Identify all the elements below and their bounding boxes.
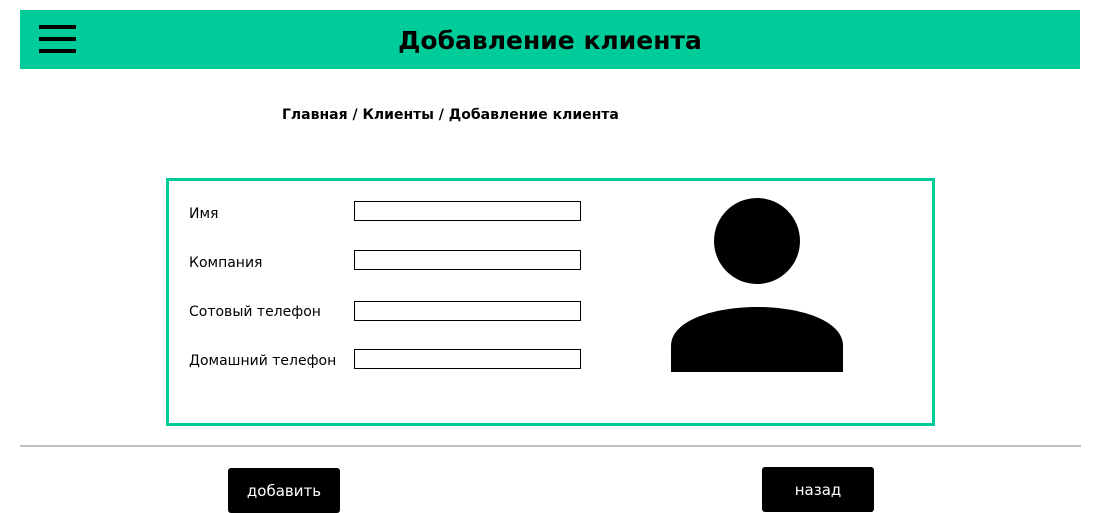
client-form-panel: Имя Компания Сотовый телефон Домашний те…	[166, 178, 935, 426]
breadcrumb-separator: /	[347, 107, 363, 123]
company-label: Компания	[189, 255, 263, 271]
name-label: Имя	[189, 206, 219, 222]
page-title: Добавление клиента	[398, 26, 702, 55]
add-button[interactable]: добавить	[228, 468, 340, 513]
breadcrumb-separator: /	[433, 107, 449, 123]
breadcrumb-item-current: Добавление клиента	[448, 107, 619, 123]
breadcrumb: Главная / Клиенты / Добавление клиента	[282, 106, 619, 124]
home-phone-field[interactable]	[354, 349, 581, 369]
mobile-phone-label: Сотовый телефон	[189, 304, 321, 320]
company-field[interactable]	[354, 250, 581, 270]
mobile-phone-field[interactable]	[354, 301, 581, 321]
back-button[interactable]: назад	[762, 467, 874, 512]
home-phone-label: Домашний телефон	[189, 353, 337, 369]
user-avatar-icon	[671, 198, 843, 372]
app-header: Добавление клиента	[20, 10, 1080, 69]
breadcrumb-item-clients[interactable]: Клиенты	[362, 107, 433, 123]
breadcrumb-item-home[interactable]: Главная	[282, 107, 348, 123]
name-field[interactable]	[354, 201, 581, 221]
divider	[20, 445, 1081, 447]
